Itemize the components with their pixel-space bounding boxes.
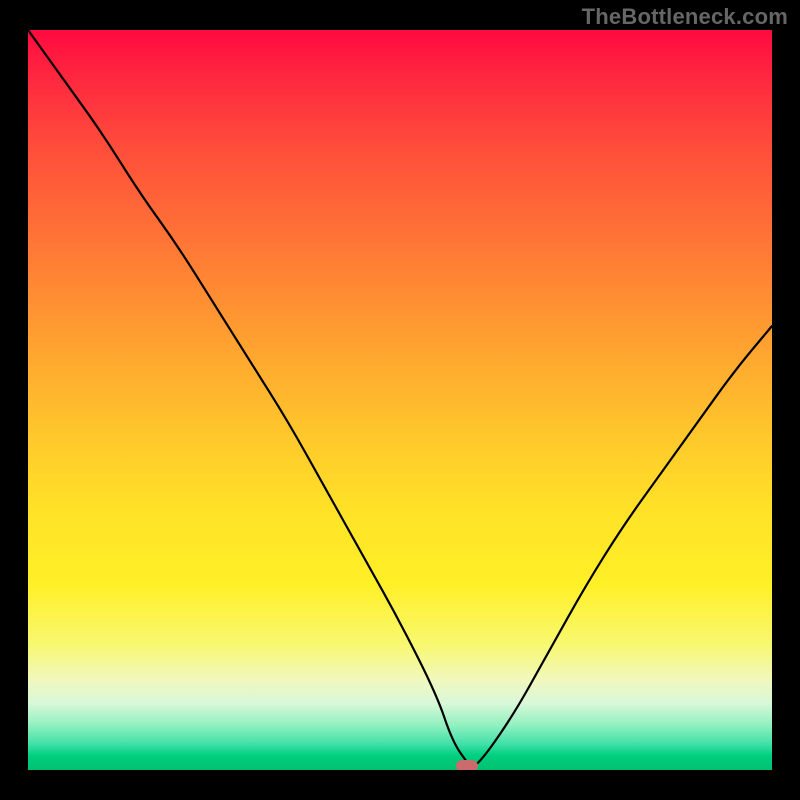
bottleneck-curve bbox=[28, 30, 772, 770]
chart-frame: TheBottleneck.com bbox=[0, 0, 800, 800]
optimal-point-marker bbox=[456, 760, 478, 770]
plot-area bbox=[28, 30, 772, 770]
watermark-text: TheBottleneck.com bbox=[582, 4, 788, 30]
